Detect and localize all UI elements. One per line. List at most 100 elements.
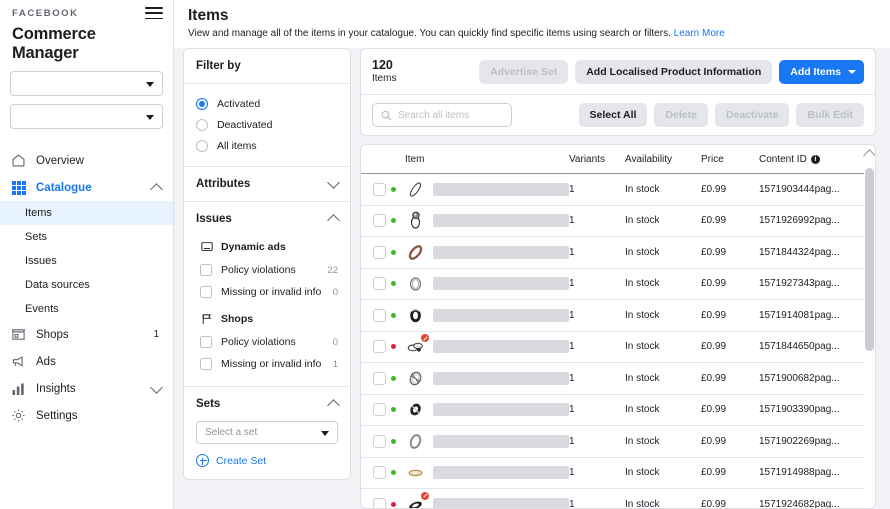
filter-by-title: Filter by	[196, 60, 241, 72]
table-row[interactable]: 1 In stock £0.99 1571903390pag...	[361, 394, 875, 426]
row-status-cell	[391, 488, 405, 508]
status-dot-icon	[391, 470, 396, 476]
row-checkbox[interactable]	[373, 182, 386, 196]
info-icon[interactable]: i	[810, 155, 820, 164]
row-checkbox[interactable]	[373, 466, 386, 480]
issue-shops-missing-info[interactable]: Missing or invalid info 1	[196, 354, 338, 374]
ring-rose-band-thumbnail[interactable]	[405, 242, 426, 263]
chevron-up-icon	[327, 399, 340, 412]
issue-shops-policy-violations[interactable]: Policy violations 0	[196, 332, 338, 352]
catalogue-select[interactable]	[10, 104, 163, 129]
sidebar-item-sets[interactable]: Sets	[0, 225, 173, 249]
ring-gold-slim-thumbnail[interactable]	[405, 462, 426, 483]
ring-dark-band-thumbnail[interactable]	[405, 399, 426, 420]
row-checkbox-cell	[361, 299, 391, 332]
filter-section-issues[interactable]: Issues	[184, 202, 350, 236]
search-input[interactable]	[398, 109, 503, 121]
ring-patterned-thumbnail[interactable]	[405, 368, 426, 389]
header-price[interactable]: Price	[701, 145, 759, 174]
set-select-value: Select a set	[205, 427, 258, 438]
row-checkbox[interactable]	[373, 497, 386, 508]
sidebar-item-catalogue[interactable]: Catalogue	[0, 174, 173, 201]
select-all-button[interactable]: Select All	[578, 103, 648, 127]
ring-pair-thumbnail[interactable]	[405, 333, 430, 357]
table-row[interactable]: 1 In stock £0.99 1571914081pag...	[361, 299, 875, 332]
sidebar-item-ads[interactable]: Ads	[0, 348, 173, 375]
search-box[interactable]	[372, 103, 512, 127]
item-name-redacted	[433, 434, 569, 448]
sidebar-item-insights[interactable]: Insights	[0, 375, 173, 402]
sidebar-item-shops[interactable]: Shops 1	[0, 321, 173, 348]
row-checkbox[interactable]	[373, 277, 386, 291]
filter-radio-all-items[interactable]: All items	[196, 136, 338, 156]
scrollbar-thumb[interactable]	[865, 168, 874, 351]
add-items-button[interactable]: Add Items	[779, 59, 864, 84]
header-availability[interactable]: Availability	[625, 145, 701, 174]
row-checkbox-cell	[361, 173, 391, 206]
business-select[interactable]	[10, 71, 163, 96]
scroll-up-icon[interactable]	[863, 149, 875, 162]
hamburger-icon[interactable]	[145, 7, 163, 21]
create-set-button[interactable]: Create Set	[184, 444, 350, 479]
ring-light-band-thumbnail[interactable]	[405, 431, 426, 452]
add-localised-product-information-button[interactable]: Add Localised Product Information	[575, 59, 773, 84]
set-select[interactable]: Select a set	[196, 421, 338, 444]
table-row[interactable]: 1 In stock £0.99 1571844650pag...	[361, 331, 875, 363]
items-count: 120	[372, 58, 393, 72]
issue-dynamic-missing-info[interactable]: Missing or invalid info 0	[196, 282, 338, 302]
ring-black-inlay-thumbnail[interactable]	[405, 305, 426, 326]
monitor-icon	[200, 240, 214, 254]
shops-badge: 1	[153, 329, 159, 340]
ring-thin-gold-thumbnail[interactable]	[405, 179, 426, 200]
row-checkbox[interactable]	[373, 434, 386, 448]
items-table-head: Item Variants Availability Price Content…	[361, 145, 875, 174]
ring-plain-silver-thumbnail[interactable]	[405, 273, 426, 294]
table-scrollbar[interactable]	[863, 145, 875, 508]
chevron-down-icon	[321, 430, 329, 436]
sidebar-nav: Overview Catalogue Items Sets Issues Dat…	[0, 137, 173, 429]
table-row[interactable]: 1 In stock £0.99 1571844324pag...	[361, 236, 875, 269]
issue-dynamic-policy-violations[interactable]: Policy violations 22	[196, 260, 338, 280]
delete-button[interactable]: Delete	[654, 103, 708, 127]
sidebar-item-events[interactable]: Events	[0, 297, 173, 321]
filter-section-attributes[interactable]: Attributes	[184, 167, 350, 201]
sidebar-item-settings[interactable]: Settings	[0, 402, 173, 429]
issue-label: Missing or invalid info	[221, 286, 322, 298]
ring-black-tilt-thumbnail[interactable]	[405, 490, 430, 508]
error-badge-icon	[420, 333, 430, 344]
sidebar-item-issues[interactable]: Issues	[0, 249, 173, 273]
filter-radio-activated[interactable]: Activated	[196, 94, 338, 114]
row-checkbox[interactable]	[373, 403, 386, 417]
item-name-redacted	[433, 245, 569, 259]
table-row[interactable]: 1 In stock £0.99 1571926992pag...	[361, 205, 875, 237]
advertise-set-button[interactable]: Advertise Set	[479, 59, 569, 84]
table-row[interactable]: 1 In stock £0.99 1571900682pag...	[361, 362, 875, 395]
row-content-id: 1571900682pag...	[759, 362, 859, 395]
sidebar-item-items[interactable]: Items	[0, 201, 173, 225]
row-price: £0.99	[701, 331, 759, 363]
learn-more-link[interactable]: Learn More	[674, 28, 725, 39]
table-row[interactable]: 1 In stock £0.99 1571903444pag...	[361, 173, 875, 206]
row-variants: 1	[569, 425, 625, 458]
table-row[interactable]: 1 In stock £0.99 1571902269pag...	[361, 425, 875, 458]
table-row[interactable]: 1 In stock £0.99 1571924682pag...	[361, 488, 875, 508]
filter-section-sets[interactable]: Sets	[184, 387, 350, 421]
body-row: Filter by Activated Deactivated All item…	[174, 48, 890, 509]
header-variants[interactable]: Variants	[569, 145, 625, 174]
ring-ornate-thumbnail[interactable]	[405, 210, 426, 231]
filter-radio-deactivated[interactable]: Deactivated	[196, 115, 338, 135]
row-checkbox[interactable]	[373, 371, 386, 385]
table-row[interactable]: 1 In stock £0.99 1571927343pag...	[361, 268, 875, 300]
row-checkbox[interactable]	[373, 340, 386, 354]
header-item[interactable]: Item	[405, 145, 569, 174]
table-row[interactable]: 1 In stock £0.99 1571914988pag...	[361, 457, 875, 489]
bulk-edit-button[interactable]: Bulk Edit	[796, 103, 864, 127]
sidebar-item-overview[interactable]: Overview	[0, 147, 173, 174]
row-checkbox[interactable]	[373, 245, 386, 259]
row-checkbox[interactable]	[373, 214, 386, 228]
header-content-id[interactable]: Content ID i	[759, 145, 859, 174]
deactivate-button[interactable]: Deactivate	[714, 103, 790, 127]
catalogue-subnav: Items Sets Issues Data sources Events	[0, 201, 173, 321]
row-checkbox[interactable]	[373, 308, 386, 322]
sidebar-item-data-sources[interactable]: Data sources	[0, 273, 173, 297]
